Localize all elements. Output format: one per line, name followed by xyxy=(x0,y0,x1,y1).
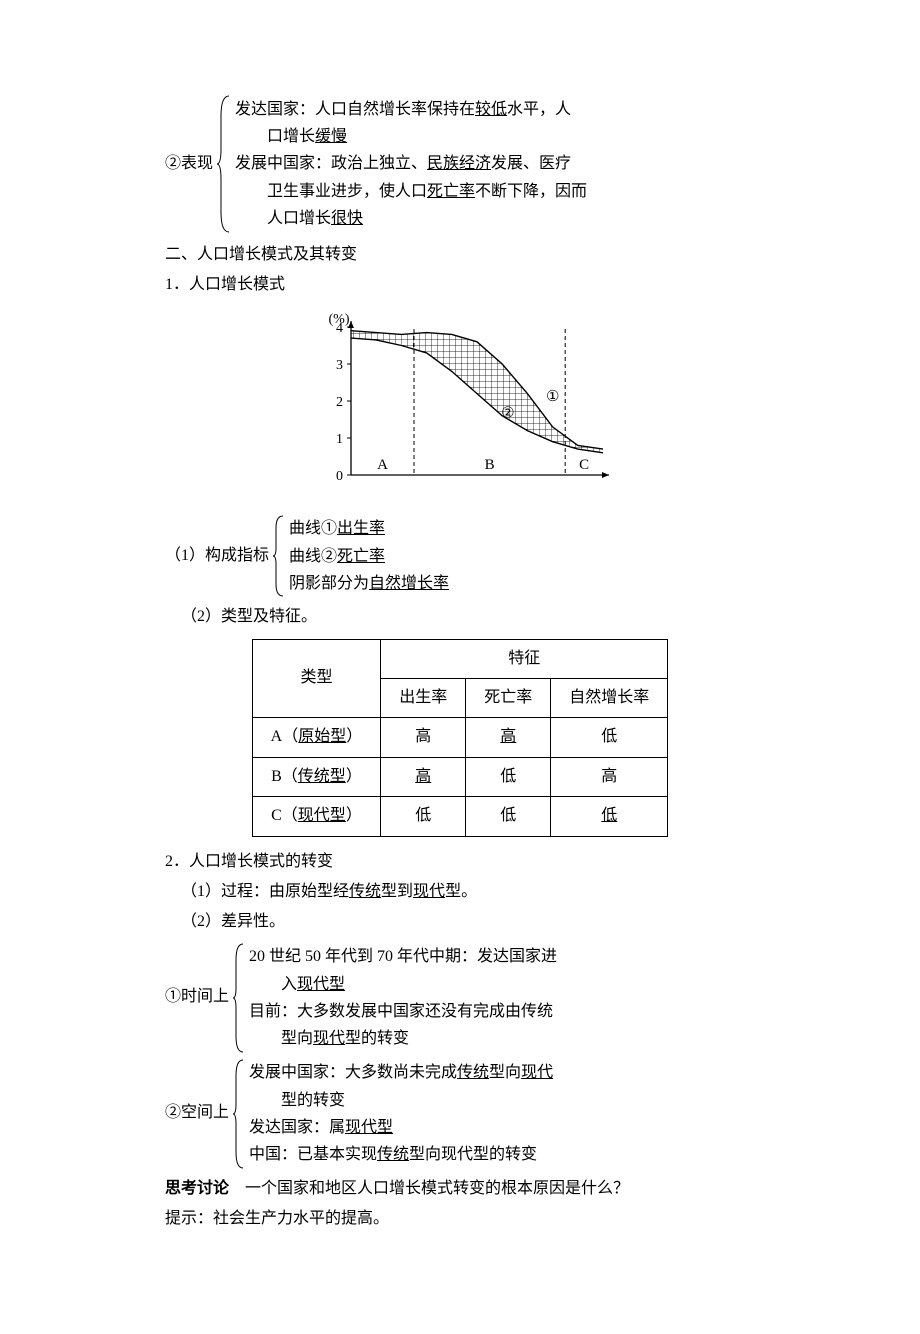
line: 发达国家：人口自然增长率保持在较低水平，人 xyxy=(235,96,587,123)
brace-icon xyxy=(271,514,287,598)
type-feature-table: 类型 特征 出生率 死亡率 自然增长率 A（原始型）高高低B（传统型）高低高C（… xyxy=(252,639,669,837)
line: 发展中国家：政治上独立、民族经济发展、医疗 xyxy=(235,150,587,177)
sub-2-2: （2）差异性。 xyxy=(181,907,755,937)
th-feature: 特征 xyxy=(381,639,668,678)
space-label: ②空间上 xyxy=(165,1098,231,1128)
line: 发达国家：属现代型 xyxy=(249,1114,553,1141)
line: 曲线①出生率 xyxy=(289,515,449,542)
line: 20 世纪 50 年代到 70 年代中期：发达国家进 xyxy=(249,943,557,970)
svg-text:①: ① xyxy=(546,389,559,405)
expression-label: ②表现 xyxy=(165,149,215,179)
line: 曲线②死亡率 xyxy=(289,543,449,570)
line: 阴影部分为自然增长率 xyxy=(289,570,449,597)
svg-text:C: C xyxy=(579,457,589,473)
brace-icon xyxy=(215,94,233,234)
line: 人口增长很快 xyxy=(235,205,587,232)
table-row: A（原始型）高高低 xyxy=(252,718,668,757)
line: 口增长缓慢 xyxy=(235,123,587,150)
brace-icon xyxy=(231,1058,247,1170)
chart-svg: 01234(%)ABC①② xyxy=(305,309,615,499)
line: 型向现代型的转变 xyxy=(249,1025,557,1052)
svg-text:B: B xyxy=(485,457,495,473)
svg-text:(%): (%) xyxy=(329,312,350,327)
sub-2: 2．人口增长模式的转变 xyxy=(165,847,755,877)
svg-text:0: 0 xyxy=(336,469,343,484)
line: 卫生事业进步，使人口死亡率不断下降，因而 xyxy=(235,178,587,205)
svg-text:A: A xyxy=(377,457,388,473)
brace-icon xyxy=(231,942,247,1054)
think-question: 一个国家和地区人口增长模式转变的根本原因是什么？ xyxy=(229,1180,629,1197)
line: 发展中国家：大多数尚未完成传统型向现代 xyxy=(249,1059,553,1086)
sub-1: 1．人口增长模式 xyxy=(165,270,755,300)
table-row: B（传统型）高低高 xyxy=(252,757,668,796)
line: 入现代型 xyxy=(249,971,557,998)
line: 中国：已基本实现传统型向现代型的转变 xyxy=(249,1141,553,1168)
hint: 提示：社会生产力水平的提高。 xyxy=(165,1204,755,1234)
line: 型的转变 xyxy=(249,1087,553,1114)
time-content: 20 世纪 50 年代到 70 年代中期：发达国家进 入现代型 目前：大多数发展… xyxy=(247,943,557,1052)
indicator-block: （1）构成指标 曲线①出生率 曲线②死亡率 阴影部分为自然增长率 xyxy=(165,514,755,598)
sub-1-2: （2）类型及特征。 xyxy=(181,602,755,632)
th-col: 自然增长率 xyxy=(551,678,668,717)
th-type: 类型 xyxy=(252,639,381,718)
line: 目前：大多数发展中国家还没有完成由传统 xyxy=(249,998,557,1025)
svg-text:1: 1 xyxy=(336,432,343,447)
indicator-content: 曲线①出生率 曲线②死亡率 阴影部分为自然增长率 xyxy=(287,515,449,597)
table-row: C（现代型）低低低 xyxy=(252,797,668,836)
expression-block: ②表现 发达国家：人口自然增长率保持在较低水平，人 口增长缓慢 发展中国家：政治… xyxy=(165,94,755,234)
time-label: ①时间上 xyxy=(165,982,231,1012)
heading-2: 二、人口增长模式及其转变 xyxy=(165,240,755,270)
svg-text:3: 3 xyxy=(336,358,343,373)
space-block: ②空间上 发展中国家：大多数尚未完成传统型向现代 型的转变 发达国家：属现代型 … xyxy=(165,1058,755,1170)
think-discuss: 思考讨论 一个国家和地区人口增长模式转变的根本原因是什么？ xyxy=(165,1174,755,1204)
svg-text:②: ② xyxy=(501,405,514,421)
indicator-label: （1）构成指标 xyxy=(165,541,271,571)
expression-content: 发达国家：人口自然增长率保持在较低水平，人 口增长缓慢 发展中国家：政治上独立、… xyxy=(233,96,587,232)
population-growth-chart: 01234(%)ABC①② xyxy=(165,309,755,510)
think-label: 思考讨论 xyxy=(165,1180,229,1197)
space-content: 发展中国家：大多数尚未完成传统型向现代 型的转变 发达国家：属现代型 中国：已基… xyxy=(247,1059,553,1168)
th-col: 死亡率 xyxy=(466,678,551,717)
time-block: ①时间上 20 世纪 50 年代到 70 年代中期：发达国家进 入现代型 目前：… xyxy=(165,942,755,1054)
th-col: 出生率 xyxy=(381,678,466,717)
sub-2-1: （1）过程：由原始型经传统型到现代型。 xyxy=(181,877,755,907)
svg-text:2: 2 xyxy=(336,395,343,410)
